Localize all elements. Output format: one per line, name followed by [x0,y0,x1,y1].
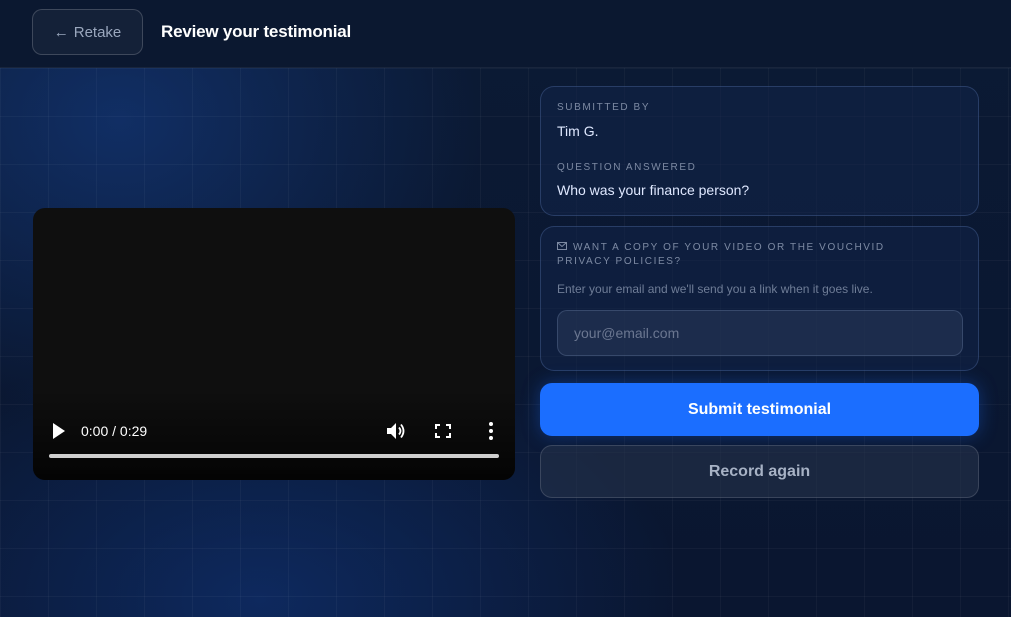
email-description: Enter your email and we'll send you a li… [557,282,873,296]
video-player[interactable]: 0:00 / 0:29 [33,208,515,480]
fullscreen-icon[interactable] [433,420,453,442]
submit-testimonial-button[interactable]: Submit testimonial [540,383,979,436]
submitted-by-label: SUBMITTED BY [557,102,651,113]
retake-label: Retake [73,23,122,41]
email-input[interactable] [557,310,963,356]
page-title: Review your testimonial [161,22,352,41]
email-icon [557,242,567,250]
record-again-button[interactable]: Record again [540,445,979,498]
question-label: QUESTION ANSWERED [557,162,697,173]
video-progress-bar[interactable] [49,454,499,458]
submitted-by-value: Tim G. [557,123,599,139]
email-card-title: WANT A COPY OF YOUR VIDEO OR THE VOUCHVI… [557,241,937,269]
question-value: Who was your finance person? [557,182,750,198]
submission-info-card: SUBMITTED BY Tim G. QUESTION ANSWERED Wh… [540,86,979,216]
retake-button[interactable]: ← Retake [32,9,143,55]
email-copy-card: WANT A COPY OF YOUR VIDEO OR THE VOUCHVI… [540,226,979,371]
video-time: 0:00 / 0:29 [81,423,148,439]
volume-icon[interactable] [384,420,406,442]
play-icon[interactable] [51,422,67,440]
email-card-title-text: WANT A COPY OF YOUR VIDEO OR THE VOUCHVI… [557,242,885,267]
more-options-icon[interactable] [485,420,497,442]
top-bar: ← Retake Review your testimonial [0,0,1011,68]
arrow-left-icon: ← [53,23,69,41]
